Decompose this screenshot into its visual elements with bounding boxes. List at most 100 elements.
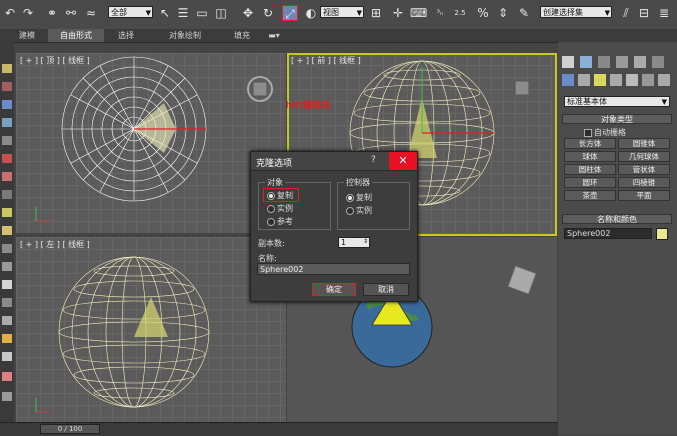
close-button[interactable]: ✕	[389, 152, 417, 170]
tab-freeform[interactable]: 自由形式	[48, 29, 104, 42]
display-tab-icon[interactable]	[634, 56, 646, 68]
utilities-tab-icon[interactable]	[652, 56, 664, 68]
controller-instance-radio[interactable]	[346, 207, 354, 215]
pivot-center-icon[interactable]: ⊞	[368, 5, 384, 21]
mirror-icon[interactable]: ⫽	[618, 5, 634, 21]
name-color-rollout[interactable]: 名称和颜色	[562, 214, 672, 224]
tool-icon-3[interactable]	[2, 100, 12, 109]
ok-button[interactable]: 确定	[312, 283, 356, 296]
geosphere-button[interactable]: 几何球体	[618, 151, 670, 162]
create-tab-icon[interactable]	[562, 56, 574, 68]
move-icon[interactable]: ✥	[240, 5, 256, 21]
object-reference-radio[interactable]	[267, 218, 275, 226]
cylinder-button[interactable]: 圆柱体	[564, 164, 616, 175]
object-group-title: 对象	[265, 177, 285, 188]
angle-snap-icon[interactable]: 2.5	[452, 5, 468, 21]
selection-filter-select[interactable]: 全部 ▼	[108, 6, 153, 18]
copies-spinner[interactable]: 1 ⇕	[338, 237, 370, 248]
spinner-snap-icon[interactable]: ⇕	[495, 5, 511, 21]
undo-icon[interactable]: ↶	[2, 5, 18, 21]
object-type-rollout[interactable]: 对象类型	[562, 114, 672, 124]
unlink-icon[interactable]: ⚯	[63, 5, 79, 21]
tool-icon-13[interactable]	[2, 280, 12, 289]
spacewarps-icon[interactable]	[642, 74, 654, 86]
torus-button[interactable]: 圆环	[564, 177, 616, 188]
rect-selection-icon[interactable]: ▭	[194, 5, 210, 21]
pyramid-button[interactable]: 四棱锥	[618, 177, 670, 188]
tool-icon-2[interactable]	[2, 82, 12, 91]
systems-icon[interactable]	[658, 74, 670, 86]
tool-icon-8[interactable]	[2, 190, 12, 199]
keyboard-shortcut-icon[interactable]: ⌨	[410, 5, 427, 21]
named-selection-select[interactable]: 创建选择集 ▼	[540, 6, 612, 18]
tab-populate[interactable]: 填充	[225, 29, 259, 42]
tool-icon-19[interactable]	[2, 392, 12, 401]
geometry-icon[interactable]	[562, 74, 574, 86]
tube-button[interactable]: 管状体	[618, 164, 670, 175]
tool-icon-11[interactable]	[2, 244, 12, 253]
help-button[interactable]: ?	[371, 155, 376, 165]
object-name-input[interactable]: Sphere002	[564, 228, 652, 239]
select-object-icon[interactable]: ↖	[157, 5, 173, 21]
helpers-icon[interactable]	[626, 74, 638, 86]
tool-icon-18[interactable]	[2, 372, 12, 381]
tool-icon-16[interactable]	[2, 334, 12, 343]
tool-icon-6[interactable]	[2, 154, 12, 163]
shapes-icon[interactable]	[578, 74, 590, 86]
cancel-button[interactable]: 取消	[363, 283, 409, 296]
rotate-icon[interactable]: ↻	[260, 5, 276, 21]
tool-icon-15[interactable]	[2, 316, 12, 325]
motion-tab-icon[interactable]	[616, 56, 628, 68]
object-instance-radio[interactable]	[267, 205, 275, 213]
scale-icon[interactable]: ⤢	[282, 5, 298, 21]
category-select[interactable]: 标准基本体 ▼	[564, 96, 670, 107]
sphere-button[interactable]: 球体	[564, 151, 616, 162]
time-slider[interactable]: 0 / 100	[40, 424, 100, 434]
redo-icon[interactable]: ↷	[20, 5, 36, 21]
select-by-name-icon[interactable]: ☰	[175, 5, 191, 21]
tool-icon-5[interactable]	[2, 136, 12, 145]
reference-coord-select[interactable]: 视图 ▼	[320, 6, 364, 18]
annotation-shift-drag: 按住shift键拖动	[287, 101, 331, 111]
tool-icon-7[interactable]	[2, 172, 12, 181]
edit-named-selections-icon[interactable]: ✎	[516, 5, 532, 21]
tool-icon-14[interactable]	[2, 298, 12, 307]
viewport-left[interactable]: [ + ] [ 左 ] [ 线框 ]	[16, 237, 286, 422]
controller-copy-radio[interactable]	[346, 194, 354, 202]
hierarchy-tab-icon[interactable]	[598, 56, 610, 68]
align-icon[interactable]: ⊟	[636, 5, 652, 21]
select-manipulate-move-icon[interactable]: ✛	[390, 5, 406, 21]
tab-selection[interactable]: 选择	[108, 29, 144, 42]
window-crossing-icon[interactable]: ◫	[213, 5, 229, 21]
controller-group: 控制器 复制 实例	[337, 177, 410, 230]
layer-manager-icon[interactable]: ≣	[656, 5, 672, 21]
cone-button[interactable]: 圆锥体	[618, 138, 670, 149]
box-button[interactable]: 长方体	[564, 138, 616, 149]
lights-icon[interactable]	[594, 74, 606, 86]
teapot-button[interactable]: 茶壶	[564, 190, 616, 201]
tool-icon-4[interactable]	[2, 118, 12, 127]
tool-icon-17[interactable]	[2, 352, 12, 361]
clone-name-input[interactable]: Sphere002	[257, 263, 410, 275]
link-icon[interactable]: ⚭	[44, 5, 60, 21]
main-toolbar: ↶ ↷ ⚭ ⚯ ≈ 全部 ▼ ↖ ☰ ▭ ◫ ✥ ↻ ⤢ ◐ 视图 ▼ ⊞ ✛ ⌨ …	[0, 0, 677, 30]
tool-icon-9[interactable]	[2, 208, 12, 217]
tool-icon-10[interactable]	[2, 226, 12, 235]
autogrid-checkbox[interactable]: 自动栅格	[584, 127, 626, 138]
cameras-icon[interactable]	[610, 74, 622, 86]
tab-object-paint[interactable]: 对象绘制	[160, 29, 210, 42]
percent-snap-icon[interactable]: %	[475, 5, 491, 21]
viewport-top[interactable]: [ + ] [ 顶 ] [ 线框 ]	[16, 53, 286, 233]
object-color-swatch[interactable]	[656, 228, 668, 240]
object-reference-label: 参考	[277, 217, 293, 226]
ribbon-options-icon[interactable]: ▬▾	[264, 29, 284, 42]
select-manipulate-icon[interactable]: ◐	[303, 5, 319, 21]
tab-modeling[interactable]: 建模	[10, 29, 44, 42]
bind-spacewarp-icon[interactable]: ≈	[83, 5, 99, 21]
plane-button[interactable]: 平面	[618, 190, 670, 201]
tool-icon-12[interactable]	[2, 262, 12, 271]
object-copy-radio[interactable]	[267, 192, 275, 200]
tool-icon-1[interactable]	[2, 64, 12, 73]
snap-toggle-icon[interactable]: ³ₙ	[432, 5, 448, 21]
modify-tab-icon[interactable]	[580, 56, 592, 68]
